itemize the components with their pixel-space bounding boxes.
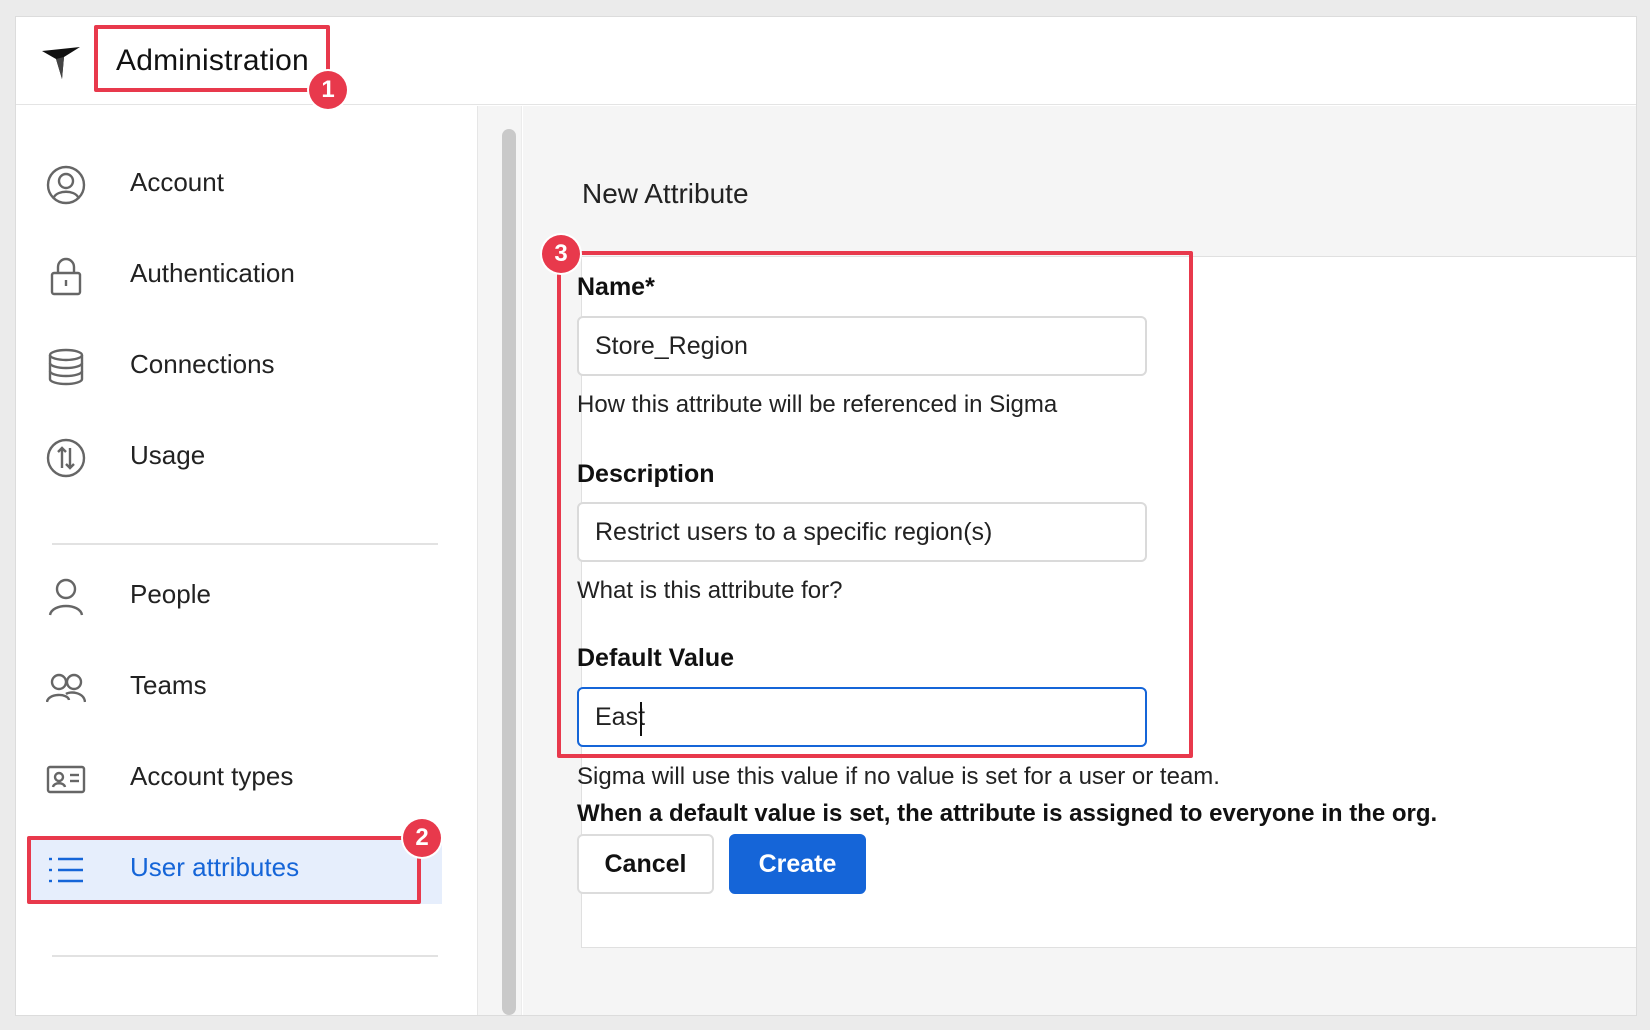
sidebar-divider <box>52 955 438 957</box>
sidebar-item-connections[interactable]: Connections <box>30 333 442 401</box>
form-panel <box>581 256 1636 948</box>
user-circle-icon <box>46 165 86 205</box>
sidebar-item-label: Account types <box>130 761 294 791</box>
usage-icon <box>46 438 86 478</box>
app-header: Administration <box>16 17 1636 105</box>
sidebar-item-label: Usage <box>130 440 206 470</box>
main-content: New Attribute <box>523 106 1636 1015</box>
app-title: Administration <box>116 44 309 77</box>
sidebar-item-label: Account <box>130 167 224 197</box>
person-icon <box>46 577 86 617</box>
admin-window: Administration Account Authentication Co… <box>16 17 1636 1015</box>
sidebar-scrollbar-thumb[interactable] <box>502 129 516 1015</box>
sidebar-item-label: Connections <box>130 349 275 379</box>
sigma-logo-icon[interactable] <box>40 41 84 81</box>
sidebar-item-label: People <box>130 579 211 609</box>
team-icon <box>46 668 86 708</box>
sidebar-item-label: Teams <box>130 670 207 700</box>
lock-icon <box>46 256 86 296</box>
sidebar-item-usage[interactable]: Usage <box>30 424 442 492</box>
sidebar-item-label: Authentication <box>130 258 295 288</box>
page-title: New Attribute <box>582 178 749 209</box>
sidebar-item-account-types[interactable]: Account types <box>30 745 442 813</box>
database-icon <box>46 347 86 387</box>
sidebar-item-label: User attributes <box>130 852 300 882</box>
sidebar-item-account[interactable]: Account <box>30 151 442 219</box>
sidebar-item-user-attributes[interactable]: User attributes <box>30 836 442 904</box>
sidebar-item-authentication[interactable]: Authentication <box>30 242 442 310</box>
sidebar-item-teams[interactable]: Teams <box>30 654 442 722</box>
sidebar-divider <box>52 543 438 545</box>
id-card-icon <box>46 759 86 799</box>
sidebar: Account Authentication Connections Usage… <box>16 106 478 1015</box>
sidebar-item-people[interactable]: People <box>30 563 442 631</box>
list-icon <box>46 850 86 890</box>
